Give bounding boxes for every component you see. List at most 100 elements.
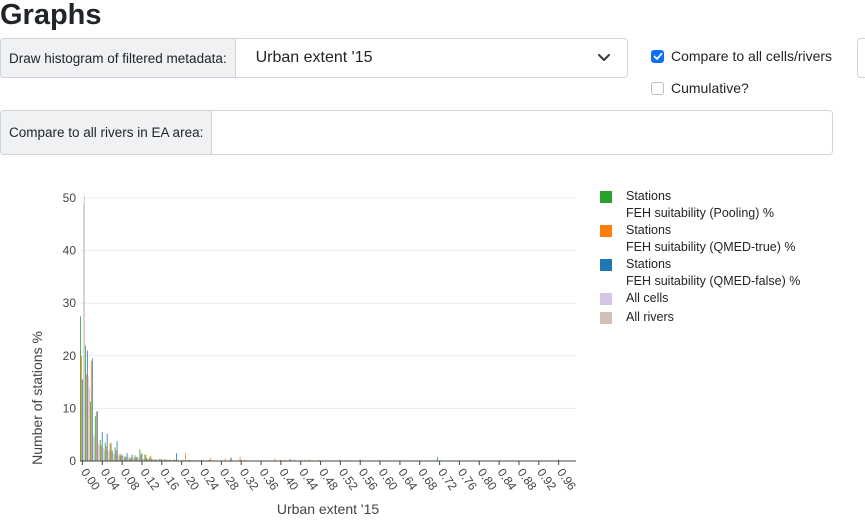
histogram-label: Draw histogram of filtered metadata: [1, 39, 236, 77]
histogram-bar [115, 450, 117, 461]
histogram-bar [120, 455, 122, 461]
histogram-bar [132, 457, 134, 461]
histogram-bar [141, 453, 143, 461]
compare-all-checkbox-row[interactable]: Compare to all cells/rivers [651, 48, 832, 64]
legend-label: Stations FEH suitability (QMED-false) % [626, 257, 801, 288]
histogram-bar [110, 442, 112, 461]
legend-swatch [600, 225, 612, 237]
histogram-bar [122, 455, 124, 461]
y-axis-title: Number of stations % [29, 331, 45, 465]
x-tick-label: 0.56 [356, 466, 381, 493]
legend-swatch [600, 191, 612, 203]
histogram-bar [114, 447, 116, 461]
histogram-bar [121, 454, 123, 461]
histogram-bar [136, 456, 138, 461]
histogram-bar [91, 358, 93, 461]
histogram-bar [118, 455, 120, 461]
histogram-bar [83, 195, 85, 461]
histogram-bar [89, 401, 91, 461]
histogram-bar [88, 387, 90, 461]
histogram-bar [123, 456, 125, 461]
histogram-bar [139, 449, 141, 461]
histogram-bar [85, 374, 87, 461]
histogram-bar [87, 376, 89, 461]
page-title: Graphs [0, 0, 102, 31]
x-tick-label: 0.96 [554, 466, 579, 493]
legend-item[interactable]: Stations FEH suitability (QMED-false) % [600, 256, 800, 290]
histogram-bar [99, 439, 101, 461]
x-tick-label: 0.88 [515, 466, 540, 493]
histogram-bar [119, 453, 121, 461]
ea-area-input[interactable] [212, 111, 832, 154]
x-axis-title: Urban extent '15 [277, 501, 380, 517]
histogram-bar [101, 432, 103, 461]
legend-item[interactable]: All cells [600, 290, 668, 307]
y-tick-label: 0 [69, 454, 76, 468]
histogram-bar [80, 316, 81, 461]
histogram-bar [105, 446, 107, 461]
histogram-bar [81, 379, 83, 461]
legend-label: Stations FEH suitability (QMED-true) % [626, 223, 796, 254]
x-tick-label: 0.52 [336, 466, 361, 493]
legend-item[interactable]: Stations FEH suitability (QMED-true) % [600, 222, 795, 256]
x-tick-label: 0.00 [78, 466, 103, 493]
x-tick-label: 0.72 [435, 466, 460, 493]
histogram-bar [82, 203, 84, 461]
histogram-bar [150, 455, 152, 461]
histogram-bar [94, 416, 96, 461]
histogram-bar [125, 456, 127, 461]
y-tick-label: 50 [63, 191, 77, 205]
histogram-bar [145, 454, 147, 461]
histogram-bar [102, 447, 104, 461]
histogram-bar [113, 454, 115, 461]
x-tick-label: 0.48 [316, 466, 341, 493]
histogram-control: Draw histogram of filtered metadata: Urb… [0, 38, 628, 78]
histogram-bar [112, 453, 114, 461]
x-tick-label: 0.44 [296, 466, 321, 493]
compare-all-checkbox[interactable] [651, 49, 664, 63]
histogram-bar [97, 442, 99, 461]
histogram-bar [106, 433, 108, 461]
x-tick-label: 0.60 [376, 466, 401, 493]
legend-label: All rivers [626, 310, 674, 324]
compare-all-label: Compare to all cells/rivers [671, 48, 833, 64]
x-tick-label: 0.40 [276, 466, 301, 493]
histogram-bar [86, 350, 88, 461]
legend-swatch [600, 293, 612, 305]
histogram-bar [116, 441, 118, 461]
cumulative-checkbox-row[interactable]: Cumulative? [651, 80, 749, 96]
x-tick-label: 0.92 [534, 466, 559, 493]
histogram-bar [90, 361, 92, 461]
histogram-bar [185, 453, 186, 461]
histogram-bar [96, 411, 98, 461]
histogram-bar [239, 456, 241, 461]
ea-area-label: Compare to all rivers in EA area: [1, 111, 213, 154]
cumulative-checkbox[interactable] [651, 81, 664, 95]
x-tick-label: 0.64 [395, 466, 420, 493]
histogram-bar [140, 454, 142, 461]
histogram-bar [98, 445, 100, 461]
y-tick-label: 40 [63, 244, 77, 258]
x-tick-label: 0.08 [118, 466, 143, 493]
legend-item[interactable]: Stations FEH suitability (Pooling) % [600, 188, 774, 222]
x-tick-label: 0.20 [177, 466, 202, 493]
histogram-bar [124, 456, 126, 461]
metadata-select[interactable]: Urban extent '15 [236, 39, 627, 77]
check-icon [653, 52, 662, 60]
x-tick-label: 0.24 [197, 466, 222, 493]
x-tick-label: 0.04 [98, 466, 123, 493]
legend-item[interactable]: All rivers [600, 309, 674, 326]
x-tick-label: 0.16 [157, 466, 182, 493]
histogram-bar [92, 434, 94, 461]
legend-swatch [600, 312, 612, 324]
x-tick-label: 0.84 [495, 466, 520, 493]
histogram-bar [149, 456, 151, 461]
x-tick-label: 0.80 [475, 466, 500, 493]
histogram-bar [144, 454, 146, 461]
x-tick-label: 0.68 [415, 466, 440, 493]
ea-area-control: Compare to all rivers in EA area: [0, 110, 833, 155]
x-tick-label: 0.28 [217, 466, 242, 493]
histogram-bar [103, 450, 105, 461]
legend-label: Stations FEH suitability (Pooling) % [626, 189, 774, 220]
histogram-bar [93, 437, 95, 461]
